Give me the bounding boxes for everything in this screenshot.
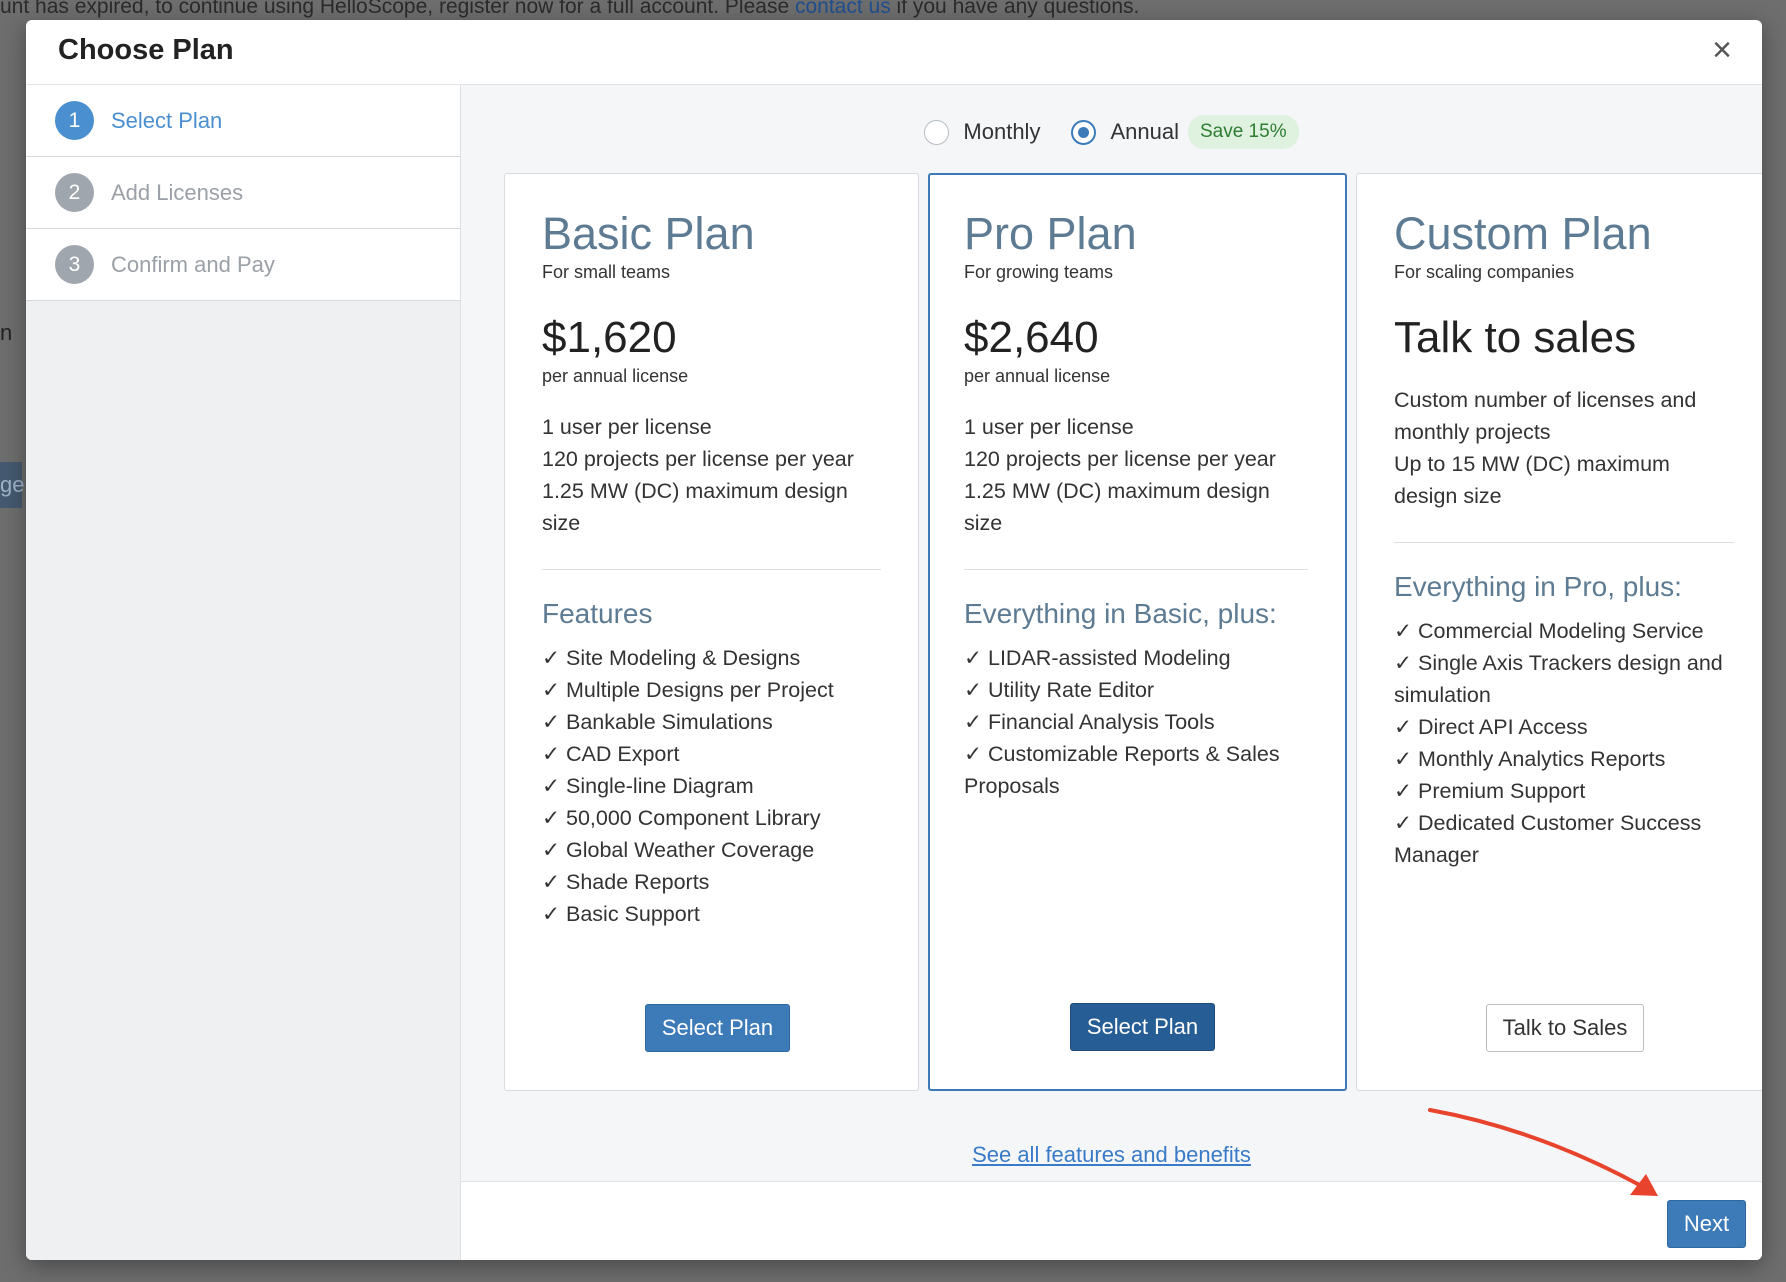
feature-item: Monthly Analytics Reports [1394, 743, 1734, 775]
feature-list: Commercial Modeling Service Single Axis … [1394, 615, 1734, 871]
monthly-label: Monthly [963, 119, 1041, 144]
pro-select-plan-button[interactable]: Select Plan [1070, 1003, 1215, 1051]
step-add-licenses[interactable]: 2 Add Licenses [26, 157, 460, 229]
choose-plan-modal: Choose Plan × 1 Select Plan 2 Add Licens… [26, 20, 1762, 1260]
step-number-badge: 2 [55, 173, 94, 212]
annotation-arrow-icon [1428, 1108, 1658, 1196]
plan-selection-content: Monthly Annual Save 15% Basic Plan For s… [461, 85, 1762, 1181]
step-label: Confirm and Pay [111, 251, 275, 277]
save-badge: Save 15% [1187, 115, 1299, 149]
plan-name: Basic Plan [542, 208, 755, 259]
annual-radio[interactable] [1071, 119, 1097, 145]
feature-item: Single Axis Trackers design and simulati… [1394, 647, 1734, 711]
billing-period-toggle: Monthly Annual Save 15% [461, 113, 1762, 151]
spec-line: Up to 15 MW (DC) maximum design size [1394, 452, 1670, 508]
banner-text: unt has expired, to continue using Hello… [0, 0, 795, 18]
features-title: Everything in Basic, plus: [964, 598, 1277, 629]
spec-line: 120 projects per license per year [542, 447, 854, 471]
contact-us-link[interactable]: contact us [795, 0, 891, 18]
step-number-badge: 1 [55, 101, 94, 140]
plan-subtitle: For scaling companies [1394, 262, 1575, 282]
feature-item: CAD Export [542, 738, 881, 770]
pro-plan-card: Pro Plan For growing teams $2,640 per an… [928, 173, 1347, 1091]
feature-item: Site Modeling & Designs [542, 642, 881, 674]
banner-tail: if you have any questions. [890, 0, 1140, 18]
annual-label: Annual [1110, 119, 1179, 144]
step-number-badge: 3 [55, 245, 94, 284]
feature-item: Premium Support [1394, 775, 1734, 807]
basic-plan-card: Basic Plan For small teams $1,620 per an… [504, 173, 919, 1091]
feature-item: 50,000 Component Library [542, 802, 881, 834]
feature-item: Global Weather Coverage [542, 834, 881, 866]
plan-subtitle: For growing teams [964, 262, 1114, 282]
plan-price: $1,620 [542, 313, 677, 362]
plan-name: Custom Plan [1394, 208, 1652, 259]
feature-item: Bankable Simulations [542, 706, 881, 738]
annual-option[interactable]: Annual [1071, 119, 1179, 145]
divider [542, 569, 881, 570]
step-label: Select Plan [111, 107, 223, 133]
spec-line: 120 projects per license per year [964, 447, 1276, 471]
background-text-fragment: n [0, 320, 13, 345]
custom-plan-card: Custom Plan For scaling companies Talk t… [1356, 173, 1762, 1091]
background-nav-fragment: ge [0, 462, 24, 508]
feature-item: Direct API Access [1394, 711, 1734, 743]
plan-price: $2,640 [964, 313, 1099, 362]
plan-specs: 1 user per license 120 projects per lice… [542, 411, 881, 539]
feature-list: LIDAR-assisted Modeling Utility Rate Edi… [964, 642, 1308, 802]
close-icon[interactable]: × [1704, 32, 1740, 68]
talk-to-sales-button[interactable]: Talk to Sales [1486, 1004, 1644, 1052]
plan-specs: Custom number of licenses and monthly pr… [1394, 384, 1734, 512]
feature-item: Financial Analysis Tools [964, 706, 1308, 738]
feature-item: Basic Support [542, 898, 881, 930]
modal-title: Choose Plan [58, 34, 234, 66]
feature-list: Site Modeling & Designs Multiple Designs… [542, 642, 881, 930]
divider [964, 569, 1308, 570]
plan-subtitle: For small teams [542, 262, 671, 282]
steps-sidebar: 1 Select Plan 2 Add Licenses 3 Confirm a… [26, 85, 461, 1260]
basic-select-plan-button[interactable]: Select Plan [645, 1004, 790, 1052]
monthly-option[interactable]: Monthly [924, 119, 1040, 145]
price-unit: per annual license [542, 366, 689, 386]
modal-header: Choose Plan × [26, 20, 1762, 85]
spec-line: Custom number of licenses and monthly pr… [1394, 388, 1697, 444]
spec-line: 1 user per license [964, 415, 1134, 439]
feature-item: Commercial Modeling Service [1394, 615, 1734, 647]
spec-line: 1.25 MW (DC) maximum design size [542, 479, 848, 535]
feature-item: Dedicated Customer Success Manager [1394, 807, 1734, 871]
features-title: Features [542, 598, 653, 629]
step-select-plan[interactable]: 1 Select Plan [26, 85, 460, 157]
divider [1394, 542, 1734, 543]
plan-name: Pro Plan [964, 208, 1137, 259]
feature-item: Single-line Diagram [542, 770, 881, 802]
spec-line: 1.25 MW (DC) maximum design size [964, 479, 1270, 535]
features-title: Everything in Pro, plus: [1394, 571, 1682, 602]
feature-item: Multiple Designs per Project [542, 674, 881, 706]
step-confirm-and-pay[interactable]: 3 Confirm and Pay [26, 229, 460, 301]
price-unit: per annual license [964, 366, 1111, 386]
step-label: Add Licenses [111, 179, 244, 205]
feature-item: LIDAR-assisted Modeling [964, 642, 1308, 674]
monthly-radio[interactable] [924, 119, 950, 145]
feature-item: Shade Reports [542, 866, 881, 898]
feature-item: Customizable Reports & Sales Proposals [964, 738, 1308, 802]
spec-line: 1 user per license [542, 415, 712, 439]
plan-price: Talk to sales [1394, 313, 1637, 362]
feature-item: Utility Rate Editor [964, 674, 1308, 706]
plan-specs: 1 user per license 120 projects per lice… [964, 411, 1308, 539]
